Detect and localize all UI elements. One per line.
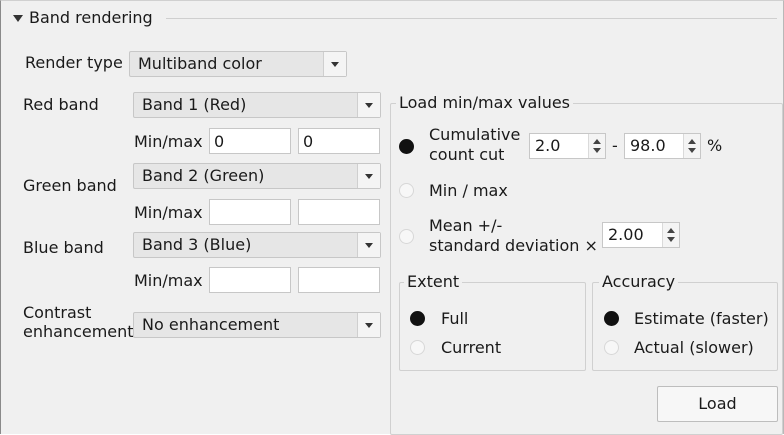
accuracy-estimate-radio[interactable]: [604, 311, 619, 326]
spin-arrows-icon[interactable]: [683, 134, 700, 158]
red-max-input[interactable]: [298, 128, 380, 154]
collapse-triangle-icon[interactable]: [13, 15, 23, 22]
chevron-down-icon[interactable]: [323, 52, 346, 76]
load-button[interactable]: Load: [657, 386, 778, 422]
band-rendering-header[interactable]: Band rendering: [1, 1, 784, 41]
cumulative-label-line2: count cut: [429, 145, 505, 164]
cumulative-low-value: 2.0: [535, 136, 561, 155]
meanstd-label-line2: standard deviation ×: [429, 236, 598, 255]
load-minmax-title: Load min/max values: [396, 95, 574, 111]
range-dash: -: [612, 136, 618, 155]
minmax-option-label: Min / max: [429, 181, 508, 200]
contrast-label-line2: enhancement: [23, 322, 134, 341]
red-band-label: Red band: [23, 95, 99, 114]
green-band-combo[interactable]: Band 2 (Green): [133, 163, 381, 189]
header-divider: [166, 18, 777, 19]
contrast-label-line1: Contrast: [23, 303, 92, 322]
extent-full-label: Full: [441, 309, 469, 328]
render-type-combo[interactable]: Multiband color: [129, 51, 347, 77]
red-minmax-label: Min/max: [134, 132, 203, 151]
blue-band-label: Blue band: [23, 238, 104, 257]
spin-arrows-icon[interactable]: [588, 134, 605, 158]
extent-group: [399, 282, 586, 371]
green-band-value: Band 2 (Green): [142, 166, 265, 185]
blue-max-input[interactable]: [298, 267, 380, 293]
accuracy-title: Accuracy: [599, 274, 679, 290]
extent-current-label: Current: [441, 338, 502, 357]
cumulative-high-value: 98.0: [630, 136, 666, 155]
accuracy-estimate-label: Estimate (faster): [634, 309, 769, 328]
green-max-input[interactable]: [298, 199, 380, 225]
blue-band-combo[interactable]: Band 3 (Blue): [133, 232, 381, 258]
meanstd-label-line1: Mean +/-: [429, 216, 503, 235]
extent-full-radio[interactable]: [410, 311, 425, 326]
cumulative-high-spinbox[interactable]: 98.0: [624, 133, 701, 159]
percent-unit: %: [707, 136, 723, 155]
render-type-label: Render type: [25, 53, 123, 72]
accuracy-actual-label: Actual (slower): [634, 338, 754, 357]
blue-band-value: Band 3 (Blue): [142, 235, 252, 254]
green-min-input[interactable]: [209, 199, 291, 225]
blue-min-input[interactable]: [209, 267, 291, 293]
stddev-value: 2.00: [608, 225, 644, 244]
extent-current-radio[interactable]: [410, 340, 425, 355]
green-minmax-label: Min/max: [134, 203, 203, 222]
accuracy-actual-radio[interactable]: [604, 340, 619, 355]
cumulative-radio[interactable]: [399, 139, 414, 154]
band-rendering-panel: Band rendering Render type Multiband col…: [0, 0, 784, 435]
section-title: Band rendering: [29, 8, 153, 27]
blue-minmax-label: Min/max: [134, 271, 203, 290]
chevron-down-icon[interactable]: [357, 313, 380, 337]
stddev-spinbox[interactable]: 2.00: [602, 222, 680, 248]
contrast-value: No enhancement: [142, 315, 280, 334]
red-min-input[interactable]: [209, 128, 291, 154]
meanstd-radio[interactable]: [399, 229, 414, 244]
minmax-radio[interactable]: [399, 183, 414, 198]
red-band-combo[interactable]: Band 1 (Red): [133, 92, 381, 118]
contrast-enhancement-combo[interactable]: No enhancement: [133, 312, 381, 338]
chevron-down-icon[interactable]: [357, 164, 380, 188]
chevron-down-icon[interactable]: [357, 93, 380, 117]
spin-arrows-icon[interactable]: [662, 223, 679, 247]
cumulative-label-line1: Cumulative: [429, 125, 521, 144]
red-band-value: Band 1 (Red): [142, 95, 247, 114]
extent-title: Extent: [404, 274, 463, 290]
render-type-value: Multiband color: [138, 54, 262, 73]
cumulative-low-spinbox[interactable]: 2.0: [529, 133, 606, 159]
green-band-label: Green band: [23, 176, 117, 195]
chevron-down-icon[interactable]: [357, 233, 380, 257]
